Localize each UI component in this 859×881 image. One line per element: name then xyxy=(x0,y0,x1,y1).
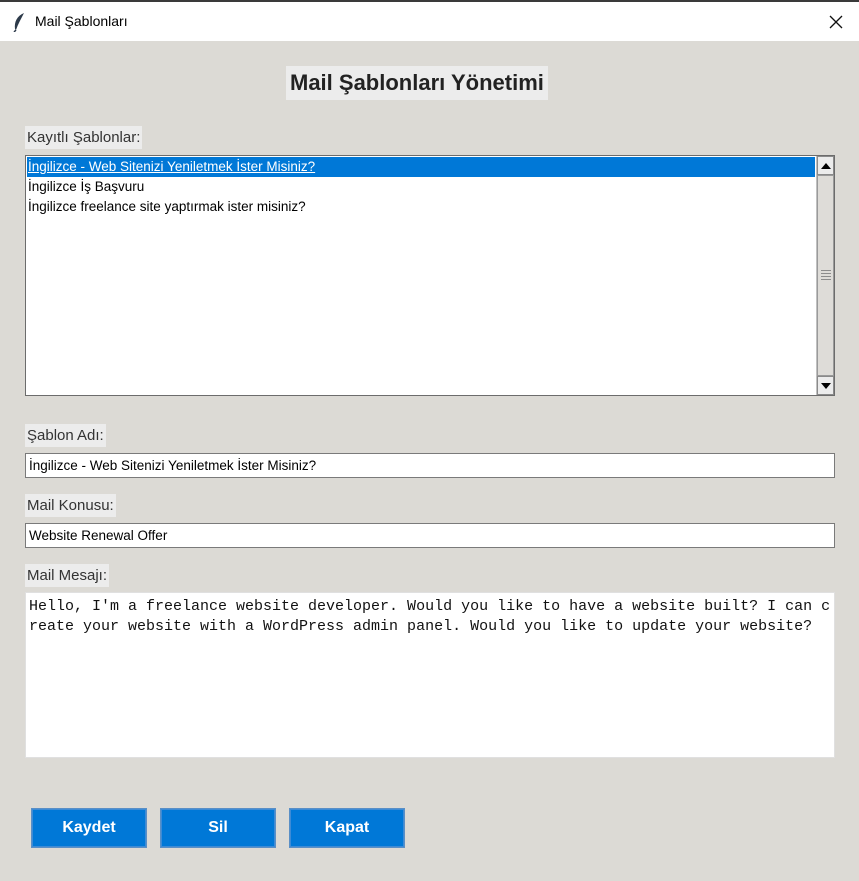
template-name-label: Şablon Adı: xyxy=(25,424,106,447)
arrow-down-icon xyxy=(820,382,831,389)
close-button[interactable]: Kapat xyxy=(289,808,405,848)
template-name-input[interactable] xyxy=(25,453,835,478)
window-title: Mail Şablonları xyxy=(35,13,128,29)
list-item[interactable]: İngilizce freelance site yaptırmak ister… xyxy=(27,197,815,217)
close-window-button[interactable] xyxy=(813,2,859,41)
mail-message-label: Mail Mesajı: xyxy=(25,564,110,587)
mail-subject-input[interactable] xyxy=(25,523,835,548)
feather-icon xyxy=(11,12,27,33)
page-title: Mail Şablonları Yönetimi xyxy=(286,66,548,100)
scroll-down-button[interactable] xyxy=(817,376,834,395)
close-icon xyxy=(829,15,843,28)
templates-scrollbar[interactable] xyxy=(816,156,834,395)
delete-button[interactable]: Sil xyxy=(160,808,276,848)
list-item[interactable]: İngilizce - Web Sitenizi Yeniletmek İste… xyxy=(27,157,815,177)
templates-listbox[interactable]: İngilizce - Web Sitenizi Yeniletmek İste… xyxy=(25,155,835,396)
templates-list: İngilizce - Web Sitenizi Yeniletmek İste… xyxy=(27,157,815,394)
templates-label: Kayıtlı Şablonlar: xyxy=(25,126,143,149)
mail-message-textarea[interactable]: Hello, I'm a freelance website developer… xyxy=(25,592,835,758)
arrow-up-icon xyxy=(820,162,831,169)
save-button[interactable]: Kaydet xyxy=(31,808,147,848)
title-bar: Mail Şablonları xyxy=(0,2,859,41)
list-item[interactable]: İngilizce İş Başvuru xyxy=(27,177,815,197)
scroll-thumb[interactable] xyxy=(817,175,834,376)
mail-subject-label: Mail Konusu: xyxy=(25,494,116,517)
scroll-up-button[interactable] xyxy=(817,156,834,175)
